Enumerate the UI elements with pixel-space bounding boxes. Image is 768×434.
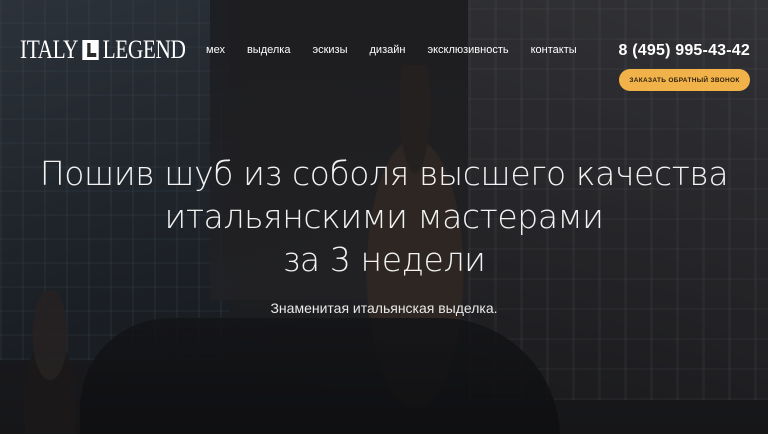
logo[interactable]: ITALY LEGEND	[20, 35, 186, 65]
logo-text-left: ITALY	[20, 35, 79, 64]
callback-button[interactable]: Заказать обратный звонок	[619, 69, 750, 91]
nav-item-design[interactable]: дизайн	[370, 44, 406, 56]
nav-item-sketches[interactable]: эскизы	[312, 44, 347, 56]
nav-item-dressing[interactable]: выделка	[247, 44, 291, 56]
hero-title-line-1: Пошив шуб из соболя высшего качества	[39, 154, 729, 193]
hero-title-line-3: за 3 недели	[282, 240, 486, 279]
hero-title-line-2: итальянскими мастерами	[164, 197, 604, 236]
logo-mark-icon	[82, 40, 99, 60]
nav-item-fur[interactable]: мех	[206, 44, 225, 56]
hero-title: Пошив шуб из соболя высшего качества ита…	[0, 152, 768, 281]
hero-subtitle: Знаменитая итальянская выделка.	[270, 300, 498, 316]
phone-number[interactable]: 8 (495) 995-43-42	[619, 42, 751, 60]
nav-item-contacts[interactable]: контакты	[531, 44, 577, 56]
nav-item-exclusivity[interactable]: эксклюзивность	[427, 44, 508, 56]
logo-text-right: LEGEND	[102, 35, 186, 64]
main-nav: мех выделка эскизы дизайн эксклюзивность…	[206, 44, 599, 56]
